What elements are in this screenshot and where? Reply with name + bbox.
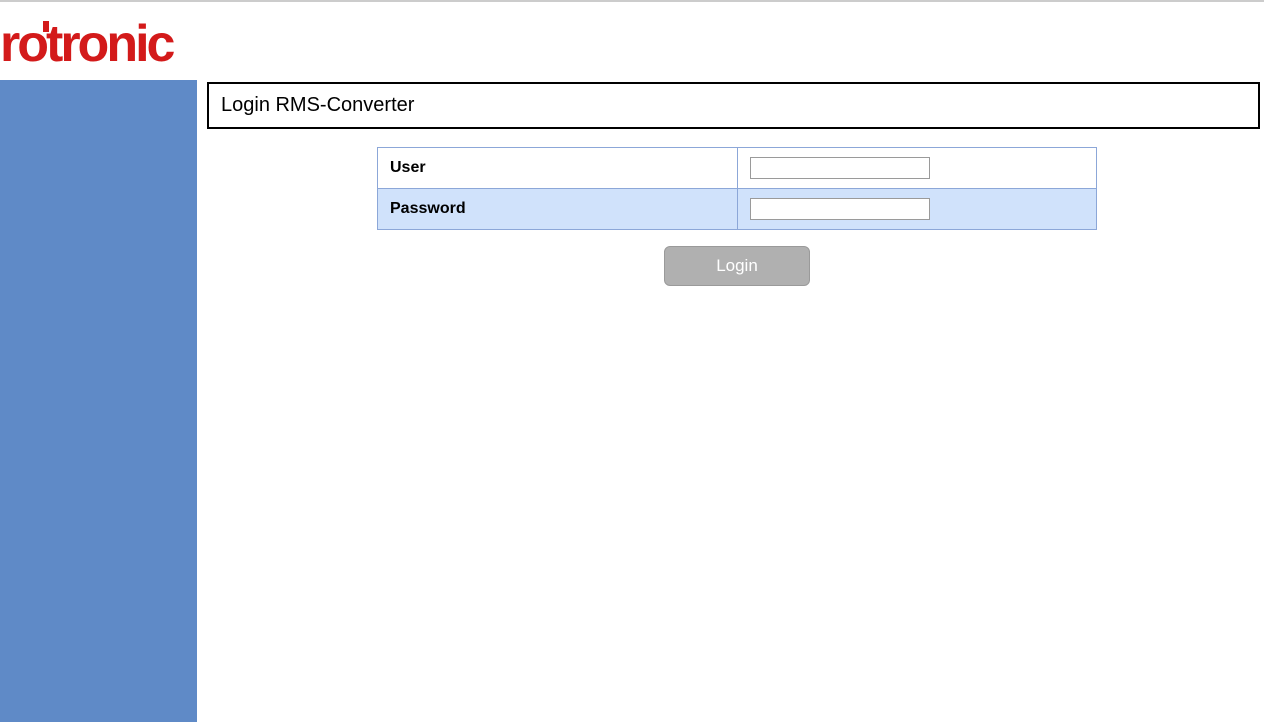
app-header: rotronic xyxy=(0,2,1264,80)
user-input-cell xyxy=(738,148,1097,189)
logo-text: rotronic xyxy=(0,15,175,67)
user-input[interactable] xyxy=(750,157,930,179)
table-row: User xyxy=(378,148,1097,189)
password-input[interactable] xyxy=(750,198,930,220)
page-title: Login RMS-Converter xyxy=(207,82,1260,129)
table-row: Password xyxy=(378,189,1097,230)
rotronic-logo: rotronic xyxy=(0,15,200,67)
logo-accent-mark xyxy=(43,21,49,32)
login-table: User Password xyxy=(377,147,1097,230)
sidebar xyxy=(0,80,197,722)
main-area: Login RMS-Converter User Password Logi xyxy=(0,80,1264,722)
login-button[interactable]: Login xyxy=(664,246,810,286)
button-row: Login xyxy=(377,246,1097,286)
login-form: User Password Login xyxy=(377,147,1097,286)
password-label: Password xyxy=(378,189,738,230)
password-input-cell xyxy=(738,189,1097,230)
user-label: User xyxy=(378,148,738,189)
content-pane: Login RMS-Converter User Password Logi xyxy=(197,80,1264,722)
